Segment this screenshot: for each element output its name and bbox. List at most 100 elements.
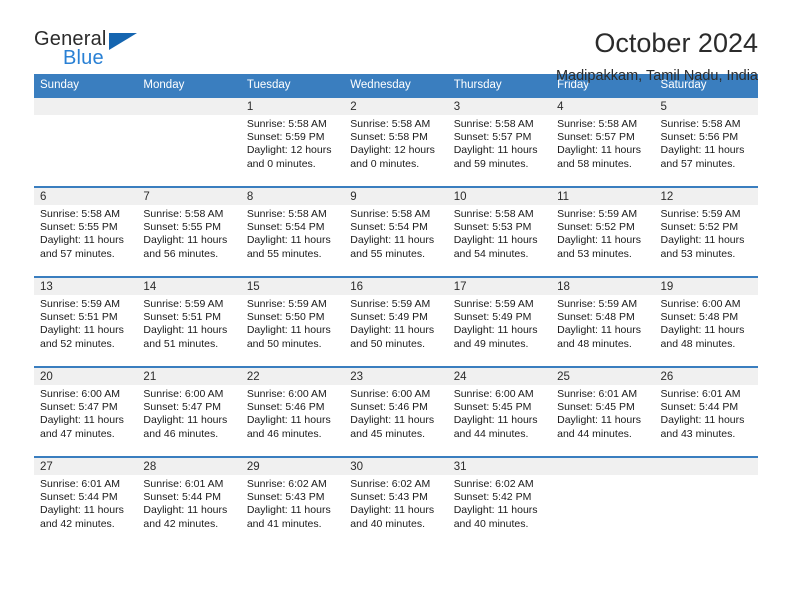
daylight-text: Daylight: 11 hours and 53 minutes. <box>557 234 641 260</box>
weekday-header-wednesday: Wednesday <box>344 74 448 97</box>
sunrise-text: Sunrise: 6:00 AM <box>453 388 534 400</box>
day-details: Sunrise: 5:58 AM Sunset: 5:53 PM Daylight:… <box>448 205 551 261</box>
calendar-day-cell[interactable]: 23 Sunrise: 6:00 AM Sunset: 5:46 PM Dayligh… <box>344 366 448 457</box>
calendar-day-cell-empty <box>654 456 758 546</box>
calendar-day-cell[interactable]: 9 Sunrise: 5:58 AM Sunset: 5:54 PM Daylight… <box>344 186 448 277</box>
sunrise-text: Sunrise: 5:58 AM <box>453 208 534 220</box>
day-number: 22 <box>240 368 345 385</box>
calendar-day-cell[interactable]: 25 Sunrise: 6:01 AM Sunset: 5:45 PM Dayligh… <box>551 366 655 457</box>
daylight-text: Daylight: 11 hours and 44 minutes. <box>557 414 641 440</box>
daylight-text: Daylight: 11 hours and 56 minutes. <box>143 234 228 260</box>
sunset-text: Sunset: 5:52 PM <box>660 221 739 234</box>
sunrise-text: Sunrise: 5:59 AM <box>350 298 431 310</box>
daylight-text: Daylight: 11 hours and 46 minutes. <box>143 414 228 440</box>
calendar-day-cell[interactable]: 17 Sunrise: 5:59 AM Sunset: 5:49 PM Dayligh… <box>447 276 552 367</box>
calendar-day-cell[interactable]: 20 Sunrise: 6:00 AM Sunset: 5:47 PM Dayligh… <box>34 366 138 457</box>
daylight-text: Daylight: 12 hours and 0 minutes. <box>350 144 435 170</box>
sunset-text: Sunset: 5:50 PM <box>246 311 325 324</box>
daylight-text: Daylight: 11 hours and 49 minutes. <box>453 324 538 350</box>
sunrise-text: Sunrise: 5:59 AM <box>557 298 638 310</box>
day-number <box>137 98 241 115</box>
calendar-day-cell[interactable]: 12 Sunrise: 5:59 AM Sunset: 5:52 PM Dayligh… <box>654 186 758 277</box>
calendar-day-cell[interactable]: 30 Sunrise: 6:02 AM Sunset: 5:43 PM Dayligh… <box>344 456 448 546</box>
day-number: 13 <box>34 278 138 295</box>
sunset-text: Sunset: 5:47 PM <box>143 401 222 414</box>
calendar-day-cell-empty <box>34 96 138 187</box>
day-number: 11 <box>551 188 655 205</box>
day-details: Sunrise: 5:58 AM Sunset: 5:57 PM Daylight:… <box>551 115 654 171</box>
sunrise-text: Sunrise: 5:58 AM <box>350 118 431 130</box>
daylight-text: Daylight: 11 hours and 59 minutes. <box>453 144 538 170</box>
day-number: 27 <box>34 458 138 475</box>
calendar-day-cell[interactable]: 24 Sunrise: 6:00 AM Sunset: 5:45 PM Dayligh… <box>447 366 552 457</box>
calendar-day-cell-empty <box>551 456 655 546</box>
calendar-day-cell[interactable]: 10 Sunrise: 5:58 AM Sunset: 5:53 PM Dayligh… <box>447 186 552 277</box>
sunrise-sunset-calendar: Sunday Monday Tuesday Wednesday Thursday Frid… <box>34 74 758 546</box>
calendar-day-cell[interactable]: 16 Sunrise: 5:59 AM Sunset: 5:49 PM Dayligh… <box>344 276 448 367</box>
day-details: Sunrise: 6:00 AM Sunset: 5:46 PM Daylight:… <box>344 385 447 441</box>
day-number: 30 <box>344 458 448 475</box>
calendar-day-cell[interactable]: 31 Sunrise: 6:02 AM Sunset: 5:42 PM Dayligh… <box>447 456 552 546</box>
day-number: 3 <box>447 98 552 115</box>
calendar-day-cell[interactable]: 14 Sunrise: 5:59 AM Sunset: 5:51 PM Dayligh… <box>137 276 241 367</box>
calendar-day-cell[interactable]: 8 Sunrise: 5:58 AM Sunset: 5:54 PM Daylight… <box>240 186 345 277</box>
calendar-day-cell[interactable]: 1 Sunrise: 5:58 AM Sunset: 5:59 PM Daylight… <box>240 96 345 187</box>
day-details: Sunrise: 5:59 AM Sunset: 5:49 PM Daylight:… <box>344 295 447 351</box>
day-number: 19 <box>654 278 758 295</box>
day-number: 9 <box>344 188 448 205</box>
calendar-day-cell[interactable]: 13 Sunrise: 5:59 AM Sunset: 5:51 PM Dayligh… <box>34 276 138 367</box>
calendar-day-cell[interactable]: 7 Sunrise: 5:58 AM Sunset: 5:55 PM Daylight… <box>137 186 241 277</box>
sunset-text: Sunset: 5:45 PM <box>453 401 532 414</box>
daylight-text: Daylight: 11 hours and 57 minutes. <box>660 144 745 170</box>
sunset-text: Sunset: 5:54 PM <box>350 221 428 234</box>
calendar-week-row: 27 Sunrise: 6:01 AM Sunset: 5:44 PM Dayligh… <box>34 456 758 546</box>
sunset-text: Sunset: 5:51 PM <box>40 311 118 324</box>
calendar-day-cell[interactable]: 11 Sunrise: 5:59 AM Sunset: 5:52 PM Dayligh… <box>551 186 655 277</box>
daylight-text: Daylight: 11 hours and 47 minutes. <box>40 414 124 440</box>
sunset-text: Sunset: 5:45 PM <box>557 401 635 414</box>
day-details: Sunrise: 6:00 AM Sunset: 5:47 PM Daylight:… <box>137 385 240 441</box>
day-number: 16 <box>344 278 448 295</box>
daylight-text: Daylight: 11 hours and 40 minutes. <box>453 504 538 530</box>
calendar-day-cell[interactable]: 22 Sunrise: 6:00 AM Sunset: 5:46 PM Dayligh… <box>240 366 345 457</box>
day-number: 6 <box>34 188 138 205</box>
generalblue-logo[interactable]: General Blue <box>34 28 150 72</box>
calendar-day-cell[interactable]: 2 Sunrise: 5:58 AM Sunset: 5:58 PM Daylight… <box>344 96 448 187</box>
day-details: Sunrise: 6:01 AM Sunset: 5:45 PM Daylight:… <box>551 385 654 441</box>
sunset-text: Sunset: 5:49 PM <box>350 311 428 324</box>
sunrise-text: Sunrise: 6:01 AM <box>660 388 741 400</box>
calendar-day-cell[interactable]: 28 Sunrise: 6:01 AM Sunset: 5:44 PM Dayligh… <box>137 456 241 546</box>
calendar-day-cell[interactable]: 29 Sunrise: 6:02 AM Sunset: 5:43 PM Dayligh… <box>240 456 345 546</box>
calendar-day-cell-empty <box>137 96 241 187</box>
calendar-day-cell[interactable]: 19 Sunrise: 6:00 AM Sunset: 5:48 PM Dayligh… <box>654 276 758 367</box>
weekday-header-monday: Monday <box>137 74 241 97</box>
day-details: Sunrise: 6:00 AM Sunset: 5:46 PM Daylight:… <box>241 385 344 441</box>
calendar-day-cell[interactable]: 18 Sunrise: 5:59 AM Sunset: 5:48 PM Dayligh… <box>551 276 655 367</box>
calendar-week-row: 13 Sunrise: 5:59 AM Sunset: 5:51 PM Dayligh… <box>34 276 758 367</box>
calendar-day-cell[interactable]: 15 Sunrise: 5:59 AM Sunset: 5:50 PM Dayligh… <box>240 276 345 367</box>
calendar-week-row: 6 Sunrise: 5:58 AM Sunset: 5:55 PM Daylight… <box>34 186 758 277</box>
calendar-day-cell[interactable]: 5 Sunrise: 5:58 AM Sunset: 5:56 PM Daylight… <box>654 96 758 187</box>
sunset-text: Sunset: 5:44 PM <box>660 401 739 414</box>
day-details: Sunrise: 5:59 AM Sunset: 5:52 PM Daylight:… <box>655 205 758 261</box>
page-subtitle: Madipakkam, Tamil Nadu, India <box>555 68 758 84</box>
daylight-text: Daylight: 11 hours and 55 minutes. <box>350 234 435 260</box>
sunrise-text: Sunrise: 5:59 AM <box>660 208 741 220</box>
day-details: Sunrise: 6:01 AM Sunset: 5:44 PM Daylight:… <box>655 385 758 441</box>
calendar-day-cell[interactable]: 3 Sunrise: 5:58 AM Sunset: 5:57 PM Daylight… <box>447 96 552 187</box>
day-number: 2 <box>344 98 448 115</box>
day-details: Sunrise: 5:58 AM Sunset: 5:56 PM Daylight:… <box>655 115 758 171</box>
sunrise-text: Sunrise: 6:02 AM <box>350 478 431 490</box>
calendar-day-cell[interactable]: 26 Sunrise: 6:01 AM Sunset: 5:44 PM Dayligh… <box>654 366 758 457</box>
day-number: 7 <box>137 188 241 205</box>
daylight-text: Daylight: 11 hours and 43 minutes. <box>660 414 745 440</box>
calendar-day-cell[interactable]: 21 Sunrise: 6:00 AM Sunset: 5:47 PM Dayligh… <box>137 366 241 457</box>
calendar-day-cell[interactable]: 27 Sunrise: 6:01 AM Sunset: 5:44 PM Dayligh… <box>34 456 138 546</box>
day-details: Sunrise: 5:59 AM Sunset: 5:50 PM Daylight:… <box>241 295 344 351</box>
calendar-day-cell[interactable]: 4 Sunrise: 5:58 AM Sunset: 5:57 PM Daylight… <box>551 96 655 187</box>
calendar-day-cell[interactable]: 6 Sunrise: 5:58 AM Sunset: 5:55 PM Daylight… <box>34 186 138 277</box>
day-details: Sunrise: 5:58 AM Sunset: 5:55 PM Daylight:… <box>137 205 240 261</box>
daylight-text: Daylight: 11 hours and 48 minutes. <box>557 324 641 350</box>
sunset-text: Sunset: 5:44 PM <box>40 491 118 504</box>
day-number: 14 <box>137 278 241 295</box>
